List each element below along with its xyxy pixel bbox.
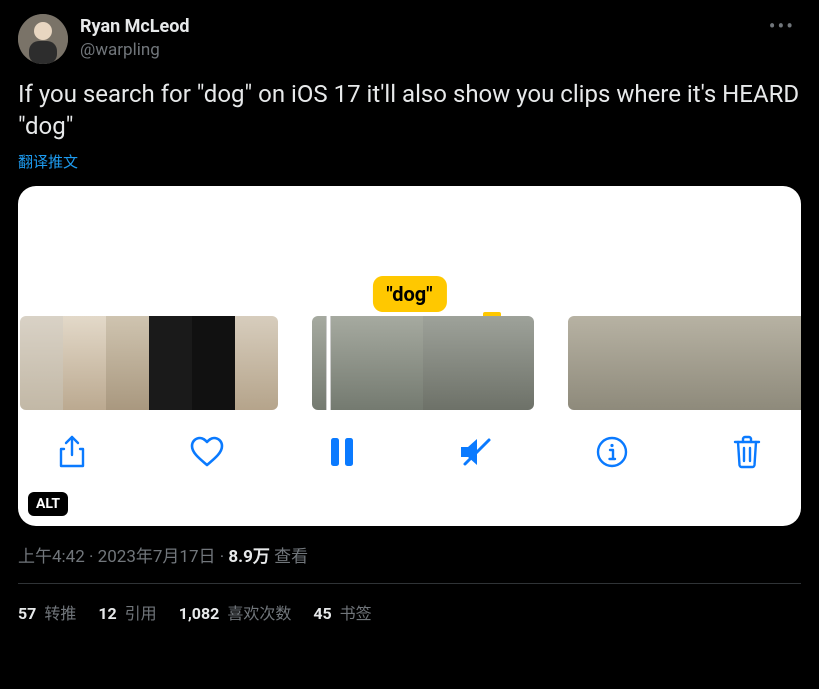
quotes-stat[interactable]: 12 引用 — [98, 600, 156, 624]
search-term-label: "dog" — [372, 276, 446, 312]
timeline-frame — [798, 316, 801, 410]
views-label: 查看 — [270, 547, 308, 567]
media-toolbar — [18, 410, 801, 472]
timeline-clip[interactable] — [312, 316, 534, 410]
timeline-frame — [235, 316, 278, 410]
trash-icon[interactable] — [727, 432, 767, 472]
timeline-frame — [20, 316, 63, 410]
mute-icon[interactable] — [457, 432, 497, 472]
tweet: Ryan McLeod @warpling ••• If you search … — [0, 0, 819, 624]
display-name[interactable]: Ryan McLeod — [80, 16, 763, 38]
bookmarks-stat[interactable]: 45 书签 — [313, 600, 371, 624]
tweet-header: Ryan McLeod @warpling ••• — [18, 14, 801, 64]
timeline-frame — [149, 316, 192, 410]
likes-stat[interactable]: 1,082 喜欢次数 — [179, 600, 292, 624]
timeline-frame — [660, 316, 706, 410]
more-icon[interactable]: ••• — [763, 10, 801, 42]
author-names: Ryan McLeod @warpling — [80, 16, 763, 60]
tweet-date[interactable]: 2023年7月17日 — [98, 547, 216, 567]
alt-badge[interactable]: ALT — [28, 492, 68, 516]
playhead[interactable] — [326, 316, 331, 410]
info-icon[interactable] — [592, 432, 632, 472]
timeline-frame — [423, 316, 534, 410]
timeline-frame — [614, 316, 660, 410]
timeline-clip[interactable] — [20, 316, 278, 410]
heart-icon[interactable] — [187, 432, 227, 472]
tweet-meta: 上午4:42 · 2023年7月17日 · 8.9万 查看 — [18, 542, 801, 567]
timeline-clip[interactable] — [568, 316, 801, 410]
retweets-stat[interactable]: 57 转推 — [18, 600, 76, 624]
timeline-frame — [706, 316, 752, 410]
tweet-stats: 57 转推 12 引用 1,082 喜欢次数 45 书签 — [18, 584, 801, 624]
share-icon[interactable] — [52, 432, 92, 472]
timeline-frame — [568, 316, 614, 410]
avatar[interactable] — [18, 14, 68, 64]
video-timeline[interactable] — [18, 316, 801, 410]
timeline-frame — [192, 316, 235, 410]
timeline-frame — [752, 316, 798, 410]
tweet-time[interactable]: 上午4:42 — [18, 547, 85, 567]
timeline-frame — [106, 316, 149, 410]
tweet-text: If you search for "dog" on iOS 17 it'll … — [18, 78, 801, 143]
timeline-frame — [63, 316, 106, 410]
handle[interactable]: @warpling — [80, 40, 763, 60]
media-preview-top: "dog" — [18, 186, 801, 316]
views-count: 8.9万 — [228, 547, 269, 567]
pause-icon[interactable] — [322, 432, 362, 472]
translate-link[interactable]: 翻译推文 — [18, 151, 801, 172]
media-attachment[interactable]: "dog" — [18, 186, 801, 526]
